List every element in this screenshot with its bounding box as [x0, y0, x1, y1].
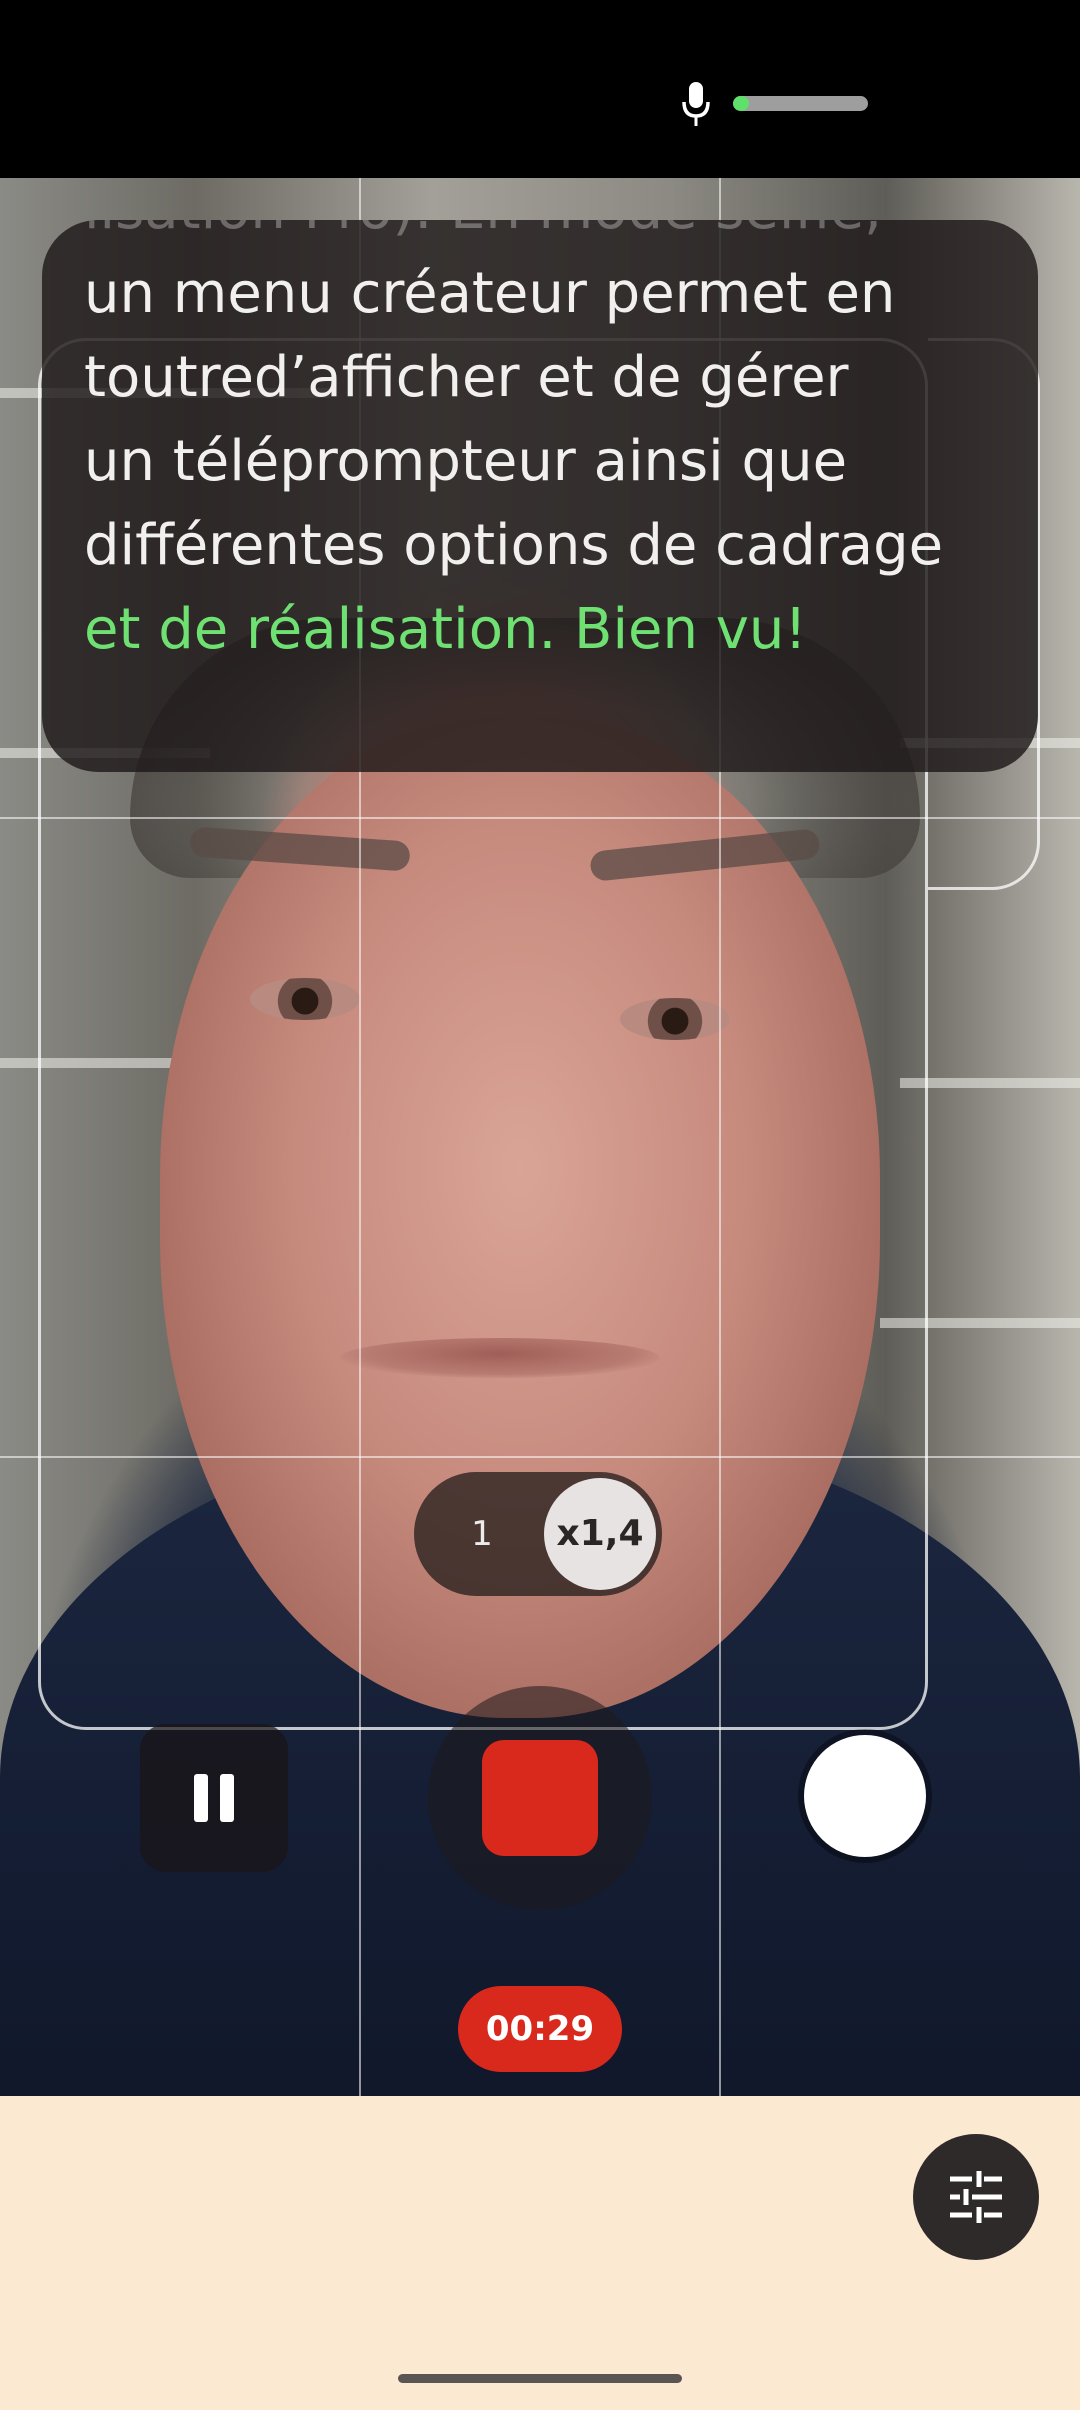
zoom-selector: 1 x1,4 — [414, 1472, 662, 1596]
teleprompter-line: un menu créateur permet en — [84, 261, 896, 326]
mic-icon — [682, 82, 710, 126]
top-status-bar — [0, 0, 1080, 178]
teleprompter-line: différentes options de cadrage — [84, 513, 944, 578]
zoom-option-1-4x[interactable]: x1,4 — [544, 1478, 656, 1590]
sliders-icon — [950, 2171, 1002, 2223]
teleprompter-line: lisation Pro). En mode selfie, — [84, 220, 1024, 252]
audio-level-meter — [733, 96, 868, 111]
teleprompter-panel[interactable]: lisation Pro). En mode selfie, un menu cr… — [42, 220, 1038, 772]
settings-button[interactable] — [913, 2134, 1039, 2260]
snapshot-button[interactable] — [804, 1735, 926, 1857]
pause-button[interactable] — [140, 1724, 288, 1872]
teleprompter-text: lisation Pro). En mode selfie, un menu cr… — [84, 220, 1024, 672]
stop-icon — [482, 1740, 598, 1856]
teleprompter-line: un téléprompteur ainsi que — [84, 429, 848, 494]
teleprompter-line: et de réalisation. Bien vu! — [84, 597, 807, 662]
home-indicator[interactable] — [398, 2374, 682, 2383]
audio-level-fill — [733, 96, 750, 111]
zoom-option-1x[interactable]: 1 — [432, 1502, 532, 1566]
stop-recording-button[interactable] — [428, 1686, 652, 1910]
teleprompter-line: toutred’afficher et de gérer — [84, 345, 849, 410]
recording-timer: 00:29 — [458, 1986, 622, 2072]
camera-preview[interactable]: lisation Pro). En mode selfie, un menu cr… — [0, 178, 1080, 2096]
